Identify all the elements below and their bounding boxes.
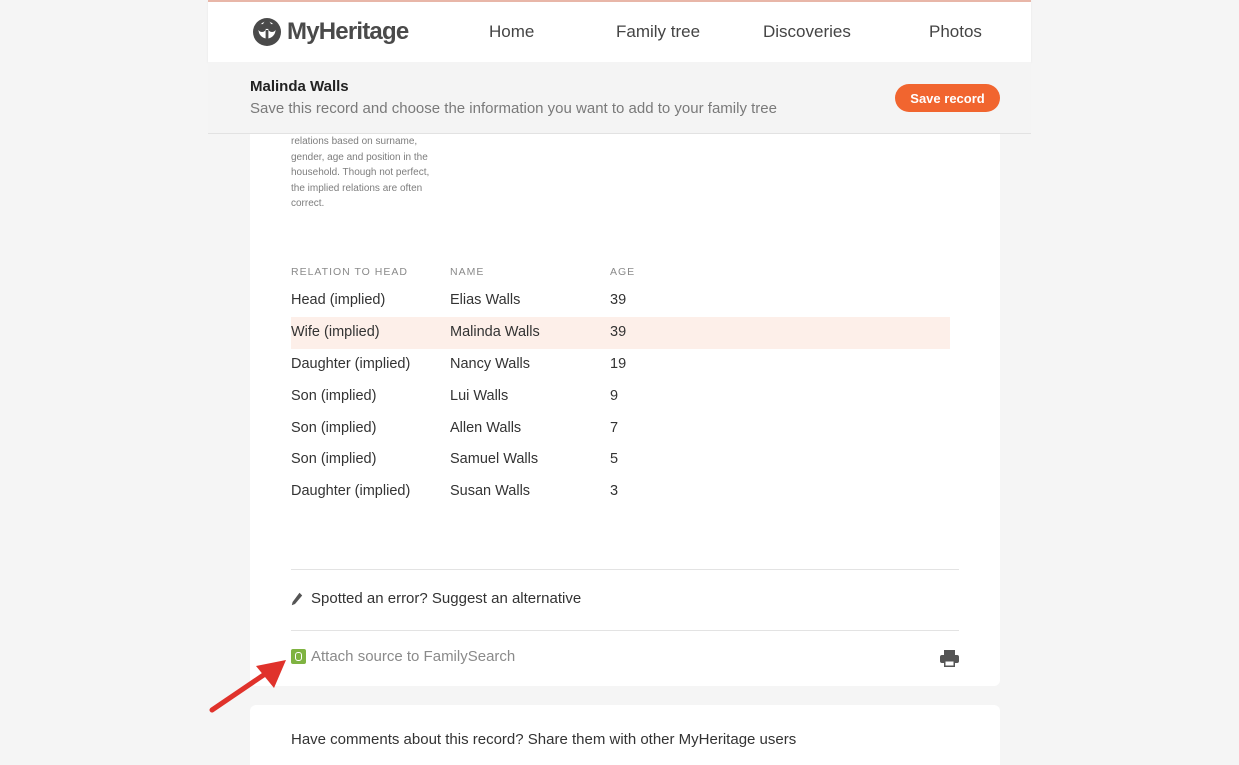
brand-name: MyHeritage [287, 18, 409, 45]
table-row-highlighted[interactable]: Wife (implied) Malinda Walls 39 [291, 317, 950, 349]
age-cell: 39 [610, 324, 627, 340]
relation-cell: Head (implied) [291, 292, 386, 308]
table-row[interactable]: Son (implied) Lui Walls 9 [291, 381, 950, 413]
divider [291, 630, 959, 631]
relation-cell: Son (implied) [291, 388, 377, 404]
name-cell[interactable]: Samuel Walls [450, 451, 538, 467]
suggest-alternative-label: Spotted an error? Suggest an alternative [311, 590, 582, 607]
annotation-arrow-icon [209, 660, 286, 713]
relation-cell: Son (implied) [291, 451, 377, 467]
name-cell[interactable]: Allen Walls [450, 420, 521, 436]
name-cell[interactable]: Susan Walls [450, 483, 530, 499]
implied-relations-note: relations based on surname, gender, age … [291, 136, 430, 209]
table-row[interactable]: Daughter (implied) Susan Walls 3 [291, 476, 950, 508]
age-cell: 3 [610, 483, 619, 499]
table-row[interactable]: Head (implied) Elias Walls 39 [291, 285, 950, 317]
pencil-icon [291, 592, 303, 605]
record-header: Malinda Walls Save this record and choos… [208, 62, 1031, 134]
name-cell[interactable]: Nancy Walls [450, 356, 530, 372]
column-header-relation: RELATION TO HEAD [291, 266, 408, 278]
top-navigation: MyHeritage Home Family tree Discoveries … [208, 0, 1031, 62]
record-title: Malinda Walls [250, 78, 349, 95]
nav-photos[interactable]: Photos [929, 22, 982, 42]
relation-cell: Wife (implied) [291, 324, 380, 340]
relation-cell: Son (implied) [291, 420, 377, 436]
relation-cell: Daughter (implied) [291, 483, 411, 499]
name-cell[interactable]: Elias Walls [450, 292, 520, 308]
table-row[interactable]: Daughter (implied) Nancy Walls 19 [291, 349, 950, 381]
myheritage-logo-icon [253, 18, 281, 46]
age-cell: 9 [610, 388, 619, 404]
household-card: relations based on surname, gender, age … [250, 134, 1000, 686]
page-frame: MyHeritage Home Family tree Discoveries … [208, 0, 1031, 765]
column-header-name: NAME [450, 266, 485, 278]
table-row[interactable]: Son (implied) Samuel Walls 5 [291, 444, 950, 476]
age-cell: 7 [610, 420, 619, 436]
comments-card: Have comments about this record? Share t… [250, 705, 1000, 765]
divider [291, 569, 959, 570]
suggest-alternative-link[interactable]: Spotted an error? Suggest an alternative [291, 590, 581, 607]
attach-familysearch-link[interactable]: Attach source to FamilySearch [291, 648, 515, 665]
print-icon[interactable] [940, 650, 959, 667]
nav-family-tree[interactable]: Family tree [616, 22, 700, 42]
column-header-age: AGE [610, 266, 636, 278]
relation-cell: Daughter (implied) [291, 356, 411, 372]
attach-familysearch-label: Attach source to FamilySearch [311, 648, 516, 665]
comments-prompt: Have comments about this record? Share t… [291, 731, 797, 748]
age-cell: 39 [610, 292, 627, 308]
myheritage-logo[interactable]: MyHeritage [250, 16, 409, 48]
table-row[interactable]: Son (implied) Allen Walls 7 [291, 413, 950, 445]
age-cell: 5 [610, 451, 619, 467]
nav-home[interactable]: Home [489, 22, 534, 42]
age-cell: 19 [610, 356, 627, 372]
name-cell[interactable]: Lui Walls [450, 388, 508, 404]
record-subtitle: Save this record and choose the informat… [250, 100, 777, 117]
save-record-button[interactable]: Save record [895, 84, 1000, 112]
name-cell[interactable]: Malinda Walls [450, 324, 540, 340]
nav-discoveries[interactable]: Discoveries [763, 22, 851, 42]
